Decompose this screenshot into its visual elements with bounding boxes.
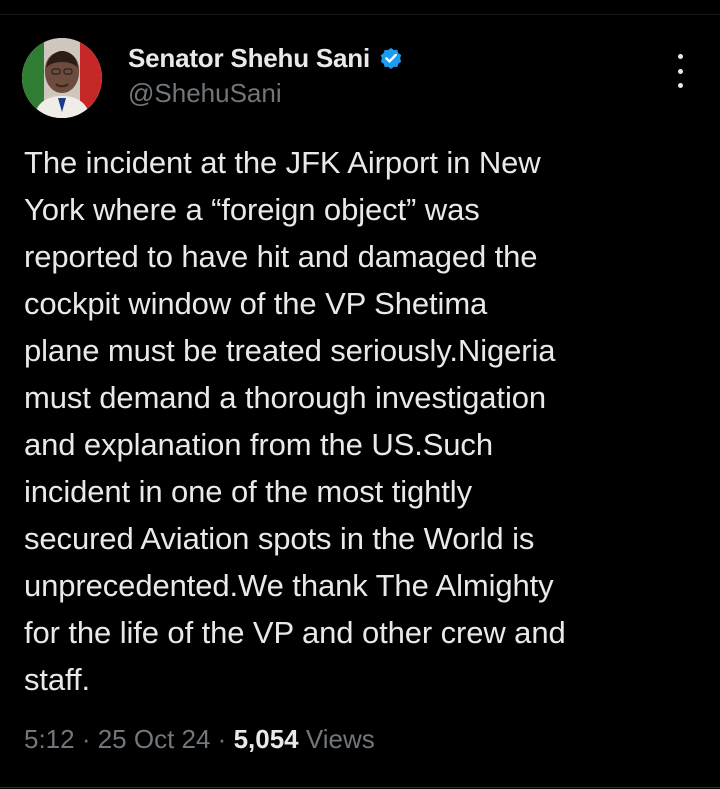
views-count[interactable]: 5,054 [234, 724, 299, 754]
views-label: Views [298, 724, 375, 754]
avatar-image [22, 38, 102, 118]
tweet-text: The incident at the JFK Airport in New Y… [24, 145, 566, 697]
tweet-date[interactable]: 25 Oct 24 [98, 724, 211, 754]
author-handle[interactable]: @ShehuSani [128, 78, 282, 109]
more-options-icon[interactable] [670, 54, 690, 88]
tweet-time[interactable]: 5:12 [24, 724, 75, 754]
more-dot [677, 54, 683, 59]
verified-badge-icon[interactable] [378, 45, 404, 71]
tweet-meta: 5:12 · 25 Oct 24 · 5,054 Views [24, 724, 375, 755]
top-divider [0, 14, 720, 15]
bottom-divider [0, 787, 720, 788]
meta-separator: · [210, 724, 234, 754]
author-display-name[interactable]: Senator Shehu Sani [128, 43, 370, 74]
author-name-row[interactable]: Senator Shehu Sani [128, 40, 404, 76]
more-dot [677, 68, 683, 74]
avatar[interactable] [22, 38, 102, 118]
more-dot [677, 83, 683, 88]
meta-separator: · [74, 724, 98, 754]
